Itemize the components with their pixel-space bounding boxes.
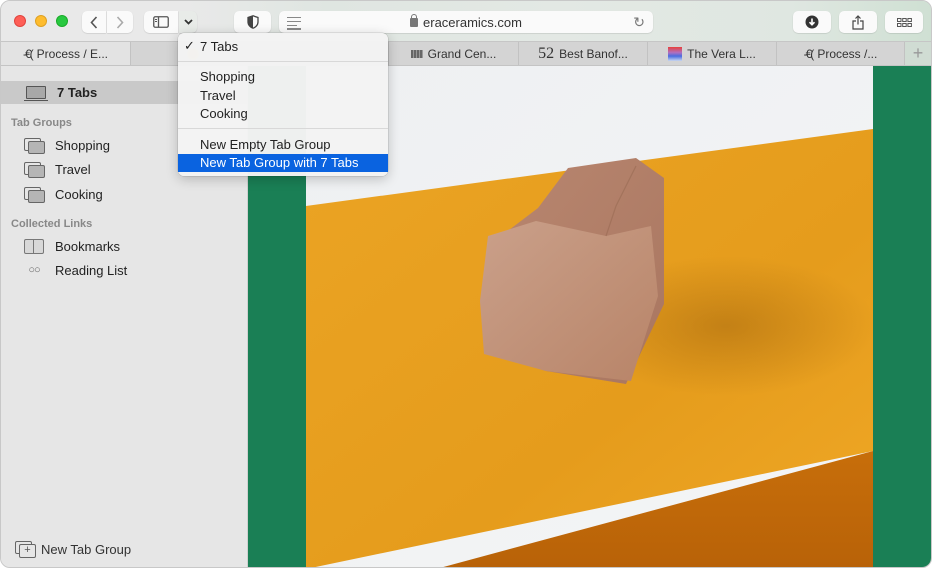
new-tab-group-label: New Tab Group [41, 541, 132, 557]
tab-title: Best Banof... [559, 46, 628, 61]
sidebar-item-travel[interactable]: Travel [23, 158, 91, 180]
menu-item-label: 7 Tabs [200, 38, 239, 54]
share-icon [852, 14, 864, 30]
era-logo-icon: -€( [803, 46, 815, 61]
tab-process-era[interactable]: -€( Process / E... [1, 42, 131, 65]
menu-separator [178, 60, 388, 62]
reload-icon[interactable]: ↻ [633, 14, 645, 31]
clay-on-pedestal-photo [306, 66, 873, 567]
menu-item-label: Shopping [200, 69, 255, 85]
tab-process-2[interactable]: -€( Process /... [777, 42, 905, 65]
menu-item-current-tabs[interactable]: ✓ 7 Tabs [178, 37, 388, 56]
sidebar-item-label: Bookmarks [55, 238, 121, 254]
menu-item-cooking[interactable]: Cooking [178, 105, 388, 124]
sidebar-item-label: Shopping [55, 137, 110, 153]
era-logo-icon: -€( [22, 46, 34, 61]
grand-central-icon [410, 49, 423, 58]
menu-item-label: Cooking [200, 106, 248, 122]
tab-overview-button[interactable] [885, 11, 923, 33]
tab-group-icon [24, 162, 45, 178]
zoom-button[interactable] [56, 15, 68, 27]
menu-item-label: New Empty Tab Group [200, 136, 331, 152]
tab-group-menu: ✓ 7 Tabs Shopping Travel Cooking New Emp… [178, 33, 388, 176]
back-button[interactable] [82, 11, 106, 33]
menu-item-new-tab-group-with-tabs[interactable]: New Tab Group with 7 Tabs [178, 153, 388, 172]
glasses-icon: ○○ [28, 264, 40, 276]
sidebar-item-shopping[interactable]: Shopping [23, 134, 110, 156]
close-button[interactable] [14, 15, 26, 27]
shield-icon [246, 15, 259, 29]
menu-item-new-empty-tab-group[interactable]: New Empty Tab Group [178, 135, 388, 154]
address-bar[interactable]: eraceramics.com ↻ [279, 11, 653, 33]
tab-group-icon [24, 138, 45, 154]
url-text: eraceramics.com [423, 15, 522, 30]
toolbar: eraceramics.com ↻ [1, 1, 931, 41]
sidebar-toggle-button[interactable] [144, 11, 178, 33]
new-tab-button[interactable]: + [905, 42, 931, 65]
checkmark-icon: ✓ [184, 38, 195, 54]
vera-icon [668, 46, 683, 61]
tab-title: The Vera L... [687, 46, 756, 61]
collected-links-heading: Collected Links [11, 218, 93, 230]
sidebar-item-label: Travel [55, 161, 91, 177]
food52-icon: 52 [538, 44, 555, 62]
new-tab-group-button[interactable]: New Tab Group [15, 541, 132, 558]
tab-title: Process /... [817, 46, 878, 61]
menu-item-shopping[interactable]: Shopping [178, 68, 388, 87]
safari-window: eraceramics.com ↻ -€( Process / E... Gra… [0, 0, 932, 568]
laptop-icon [24, 86, 48, 101]
sidebar-item-reading-list[interactable]: ○○ Reading List [23, 259, 127, 281]
plus-icon: + [912, 43, 924, 63]
tab-grand-central[interactable]: Grand Cen... [389, 42, 519, 65]
sidebar-icon [153, 16, 169, 28]
sidebar-item-bookmarks[interactable]: Bookmarks [23, 235, 120, 257]
chevron-down-icon [183, 19, 193, 25]
download-icon [805, 15, 819, 29]
tab-group-picker-button[interactable] [179, 11, 197, 33]
menu-item-label: New Tab Group with 7 Tabs [200, 155, 359, 171]
menu-separator [178, 128, 388, 129]
sidebar-item-cooking[interactable]: Cooking [23, 183, 103, 205]
tab-group-icon [24, 187, 45, 203]
forward-button[interactable] [107, 11, 133, 33]
sidebar-item-label: Cooking [55, 186, 103, 202]
tab-vera[interactable]: The Vera L... [648, 42, 777, 65]
share-button[interactable] [839, 11, 877, 33]
tab-best-banoffee[interactable]: 52 Best Banof... [519, 42, 648, 65]
downloads-button[interactable] [793, 11, 831, 33]
minimize-button[interactable] [35, 15, 47, 27]
chevron-left-icon [90, 15, 98, 29]
menu-item-label: Travel [200, 87, 236, 103]
chevron-right-icon [116, 15, 124, 29]
grid-icon [896, 17, 912, 27]
new-tab-group-icon [15, 541, 36, 558]
lock-icon [410, 14, 419, 27]
sidebar-item-label: 7 Tabs [57, 85, 98, 100]
tab-groups-heading: Tab Groups [11, 117, 72, 129]
privacy-report-button[interactable] [234, 11, 271, 33]
menu-item-travel[interactable]: Travel [178, 86, 388, 105]
tab-bar: -€( Process / E... Grand Cen... 52 Best … [1, 41, 931, 66]
sidebar-item-label: Reading List [55, 262, 128, 278]
tab-title: Grand Cen... [427, 46, 497, 61]
tab-title: Process / E... [36, 46, 109, 61]
book-icon [24, 239, 44, 254]
